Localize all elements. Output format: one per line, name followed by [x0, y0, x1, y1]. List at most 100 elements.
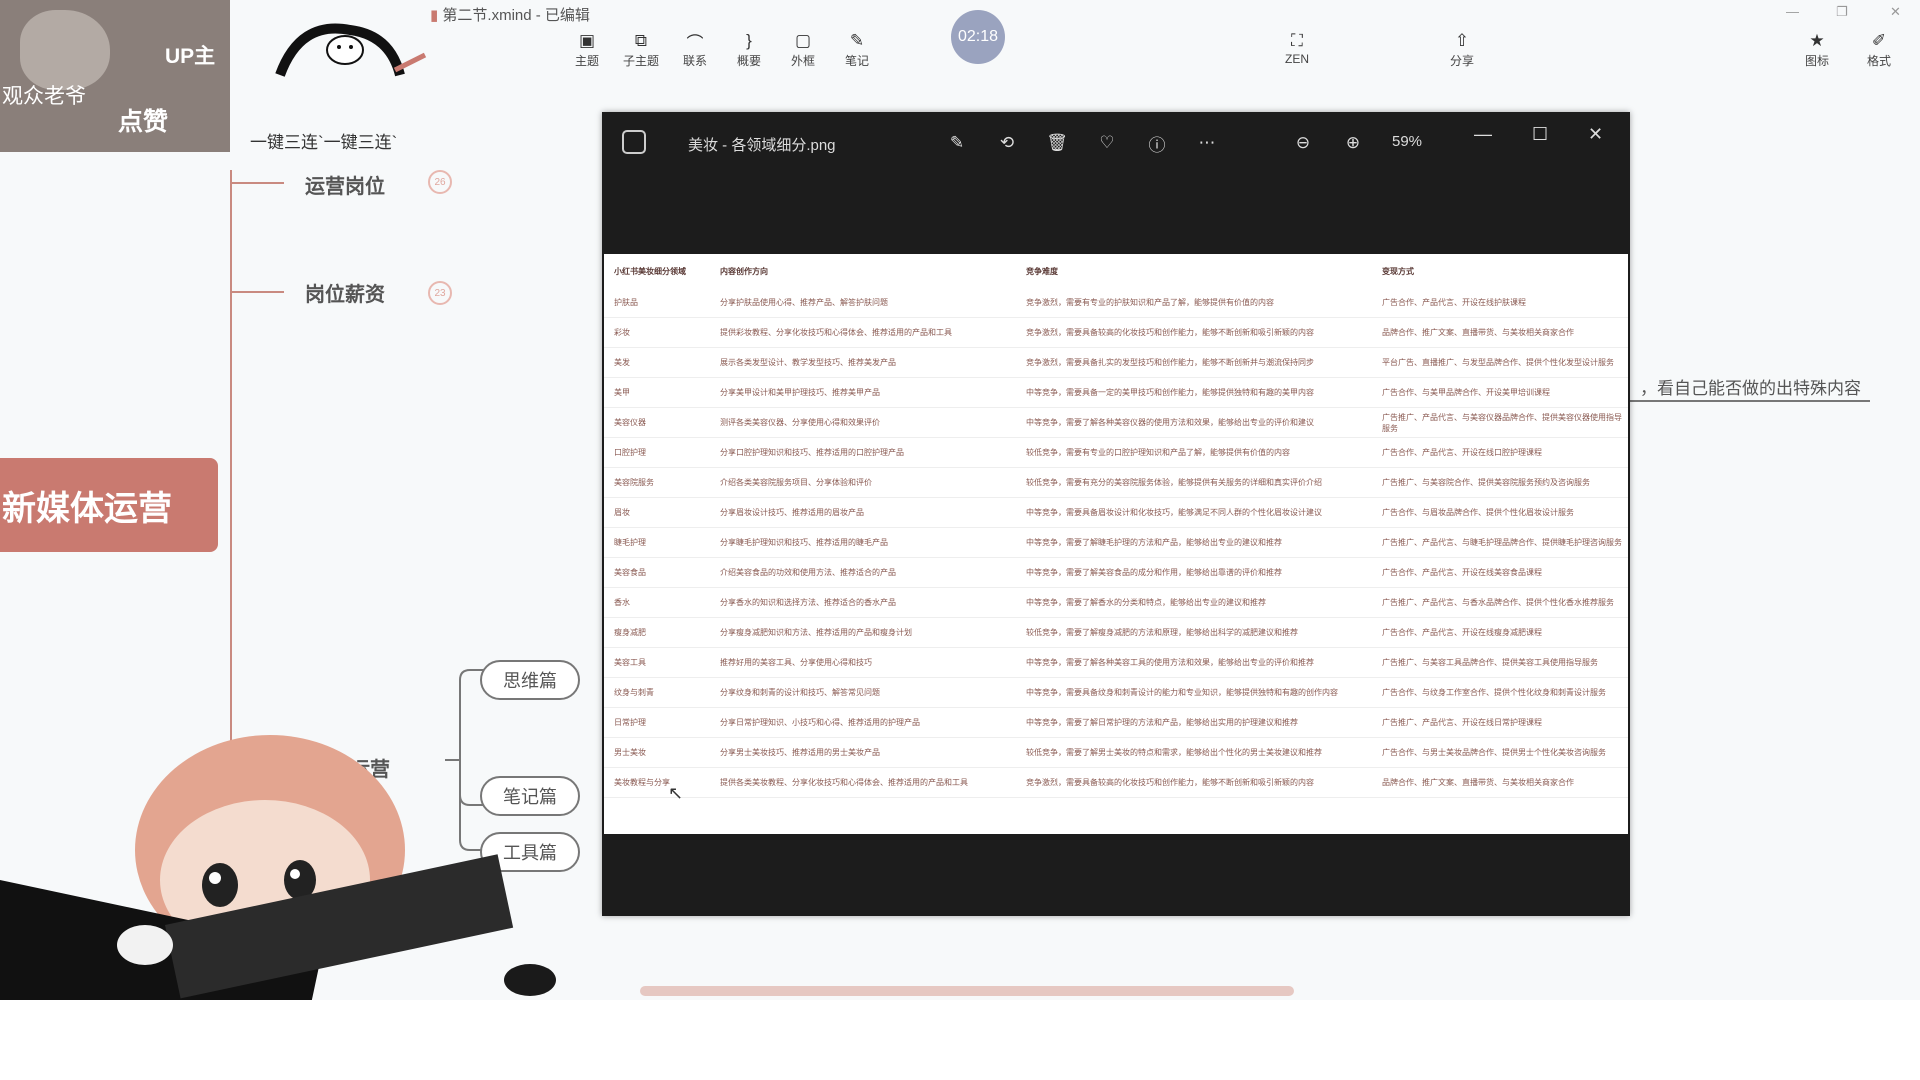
table-row: 口腔护理 分享口腔护理知识和技巧、推荐适用的口腔护理产品 较低竞争，需要有专业的口腔… [604, 437, 1628, 468]
topic-thinking[interactable]: 思维篇 [480, 660, 580, 700]
boundary-label: 外框 [790, 54, 815, 68]
table-cell: 美甲 [604, 377, 710, 408]
info-icon: ⓘ [1148, 135, 1166, 155]
streamer-overlay: UP主 观众老爷 点赞 [0, 0, 230, 152]
zen-button[interactable]: ⛶ ZEN [1270, 30, 1324, 66]
table-cell: 广告合作、与眉妆品牌合作、提供个性化眉妆设计服务 [1372, 497, 1628, 528]
note-button[interactable]: ✎ 笔记 [830, 30, 884, 69]
heart-icon: ♡ [1099, 133, 1115, 152]
photos-app-icon [622, 130, 646, 154]
table-cell: 中等竞争，需要具备纹身和刺青设计的能力和专业知识，能够提供独特和有趣的创作内容 [1016, 677, 1372, 708]
zen-icon: ⛶ [1291, 31, 1303, 50]
topic-salary[interactable]: 岗位薪资 [305, 278, 385, 307]
table-row: 睫毛护理 分享睫毛护理知识和技巧、推荐适用的睫毛产品 中等竞争，需要了解睫毛护理的方… [604, 527, 1628, 558]
topic-button[interactable]: ▣ 主题 [560, 30, 614, 69]
table-cell: 中等竞争，需要了解睫毛护理的方法和产品，能够给出专业的建议和推荐 [1016, 527, 1372, 558]
maximize-icon: ❐ [1836, 4, 1848, 19]
table-cell: 广告推广、产品代言、与睫毛护理品牌合作、提供睫毛护理咨询服务 [1372, 527, 1628, 558]
table-cell: 广告合作、与美甲品牌合作、开设美甲培训课程 [1372, 377, 1628, 408]
share-button[interactable]: ⇧ 分享 [1435, 30, 1489, 69]
icons-button[interactable]: ★ 图标 [1790, 30, 1844, 69]
header-content-direction: 内容创作方向 [720, 266, 768, 276]
window-maximize-button[interactable]: ❐ [1836, 4, 1848, 20]
table-cell: 广告合作、产品代言、开设在线护肤课程 [1372, 288, 1628, 318]
table-cell: 分享美甲设计和美甲护理技巧、推荐美甲产品 [710, 377, 1016, 408]
table-cell: 瘦身减肥 [604, 617, 710, 648]
mouse-cursor-icon: ↖ [668, 783, 684, 803]
table-row: 瘦身减肥 分享瘦身减肥知识和方法、推荐适用的产品和瘦身计划 较低竞争，需要了解瘦身减… [604, 617, 1628, 648]
table-cell: 广告合作、与男士美妆品牌合作、提供男士个性化美妆咨询服务 [1372, 737, 1628, 768]
table-cell: 中等竞争，需要了解各种美容仪器的使用方法和效果，能够给出专业的评价和建议 [1016, 407, 1372, 438]
close-icon: ✕ [1588, 124, 1604, 144]
overlay-viewers-label: 观众老爷 [2, 85, 86, 108]
rotate-button[interactable]: ⟲ [994, 130, 1020, 156]
header-competition: 竞争难度 [1026, 266, 1058, 276]
table-row: 护肤品 分享护肤品使用心得、推荐产品、解答护肤问题 竞争激烈，需要有专业的护肤知识和… [604, 288, 1628, 318]
edit-icon: ✎ [949, 133, 965, 152]
viewer-titlebar: 美妆 - 各领域细分.png ✎ ⟲ 🗑 ♡ ⓘ ⋯ ⊖ ⊕ 59% — ☐ ✕ [602, 112, 1630, 172]
table-cell: 提供彩妆教程、分享化妆技巧和心得体会、推荐适用的产品和工具 [710, 317, 1016, 348]
boundary-button[interactable]: ▢ 外框 [776, 30, 830, 69]
subtopic-button[interactable]: ⧉ 子主题 [614, 30, 668, 69]
table-body: 护肤品 分享护肤品使用心得、推荐产品、解答护肤问题 竞争激烈，需要有专业的护肤知识和… [604, 288, 1628, 798]
table-cell: 较低竞争，需要有充分的美容院服务体验，能够提供有关服务的详细和真实评价介绍 [1016, 467, 1372, 498]
horizontal-scrollbar[interactable] [640, 986, 1294, 996]
subtopic-label: 子主题 [622, 54, 659, 68]
window-minimize-button[interactable]: — [1786, 4, 1799, 19]
viewer-minimize-button[interactable]: — [1474, 124, 1492, 145]
rotate-icon: ⟲ [999, 133, 1015, 152]
topic-operation-position[interactable]: 运营岗位 [305, 170, 385, 199]
more-button[interactable]: ⋯ [1194, 130, 1220, 156]
note-label: 笔记 [844, 54, 869, 68]
favorite-button[interactable]: ♡ [1094, 130, 1120, 156]
summary-label: 概要 [736, 54, 761, 68]
zoom-out-icon: ⊖ [1295, 133, 1311, 152]
table-cell: 展示各类发型设计、教学发型技巧、推荐美发产品 [710, 347, 1016, 378]
table-cell: 广告推广、与美容工具品牌合作、提供美容工具使用指导服务 [1372, 647, 1628, 678]
zoom-out-button[interactable]: ⊖ [1290, 130, 1316, 156]
delete-button[interactable]: 🗑 [1044, 130, 1070, 156]
table-cell: 广告合作、与纹身工作室合作、提供个性化纹身和刺青设计服务 [1372, 677, 1628, 708]
table-cell: 分享眉妆设计技巧、推荐适用的眉妆产品 [710, 497, 1016, 528]
table-cell: 较低竞争，需要了解男士美妆的特点和需求，能够给出个性化的男士美妆建议和推荐 [1016, 737, 1372, 768]
summary-button[interactable]: } 概要 [722, 30, 776, 69]
collapse-badge-1[interactable]: 26 [428, 170, 452, 194]
note-icon: ✎ [849, 31, 865, 50]
table-cell: 提供各类美妆教程、分享化妆技巧和心得体会、推荐适用的产品和工具 [710, 767, 1016, 798]
table-cell: 分享日常护理知识、小技巧和心得、推荐适用的护理产品 [710, 707, 1016, 738]
viewer-close-button[interactable]: ✕ [1588, 124, 1603, 145]
zoom-in-button[interactable]: ⊕ [1340, 130, 1366, 156]
table-row: 美容食品 介绍美容食品的功效和使用方法、推荐适合的产品 中等竞争，需要了解美容食品的… [604, 557, 1628, 588]
topic-right-note[interactable]: ，看自己能否做的出特殊内容 [1640, 374, 1861, 399]
window-title: ▮ 第二节.xmind - 已编辑 [430, 4, 590, 25]
window-close-button[interactable]: ✕ [1890, 4, 1901, 20]
table-cell: 美容工具 [604, 647, 710, 678]
cat-cartoon-image [20, 10, 110, 90]
right-note-underline [1630, 400, 1870, 402]
table-row: 美妆教程与分享 提供各类美妆教程、分享化妆技巧和心得体会、推荐适用的产品和工具 竞争… [604, 767, 1628, 798]
zoom-level[interactable]: 59% [1392, 133, 1422, 150]
zen-label: ZEN [1285, 52, 1309, 66]
table-row: 美甲 分享美甲设计和美甲护理技巧、推荐美甲产品 中等竞争，需要具备一定的美甲技巧和创… [604, 377, 1628, 408]
central-topic[interactable]: 新媒体运营 [0, 458, 218, 552]
table-row: 纹身与刺青 分享纹身和刺青的设计和技巧、解答常见问题 中等竞争，需要具备纹身和刺青设… [604, 677, 1628, 708]
table-cell: 护肤品 [604, 288, 710, 318]
viewer-maximize-button[interactable]: ☐ [1532, 124, 1548, 145]
share-label: 分享 [1449, 54, 1474, 68]
header-niche: 小红书美妆细分领域 [614, 266, 686, 276]
table-cell: 中等竞争，需要具备一定的美甲技巧和创作能力，能够提供独特和有趣的美甲内容 [1016, 377, 1372, 408]
table-cell: 广告合作、产品代言、开设在线瘦身减肥课程 [1372, 617, 1628, 648]
table-row: 美容院服务 介绍各类美容院服务项目、分享体验和评价 较低竞争，需要有充分的美容院服务… [604, 467, 1628, 498]
more-icon: ⋯ [1198, 133, 1216, 152]
relationship-button[interactable]: ⌒ 联系 [668, 30, 722, 69]
zoom-in-icon: ⊕ [1345, 133, 1361, 152]
edit-image-button[interactable]: ✎ [944, 130, 970, 156]
format-button[interactable]: ✐ 格式 [1852, 30, 1906, 69]
icons-label: 图标 [1804, 54, 1829, 68]
boundary-icon: ▢ [794, 31, 812, 50]
info-button[interactable]: ⓘ [1144, 130, 1170, 156]
table-cell: 广告推广、产品代言、与美容仪器品牌合作、提供美容仪器使用指导服务 [1372, 407, 1628, 438]
collapse-badge-2[interactable]: 23 [428, 281, 452, 305]
table-cell: 中等竞争，需要了解各种美容工具的使用方法和效果，能够给出专业的评价和推荐 [1016, 647, 1372, 678]
overlay-like-label: 点赞 [118, 108, 169, 136]
